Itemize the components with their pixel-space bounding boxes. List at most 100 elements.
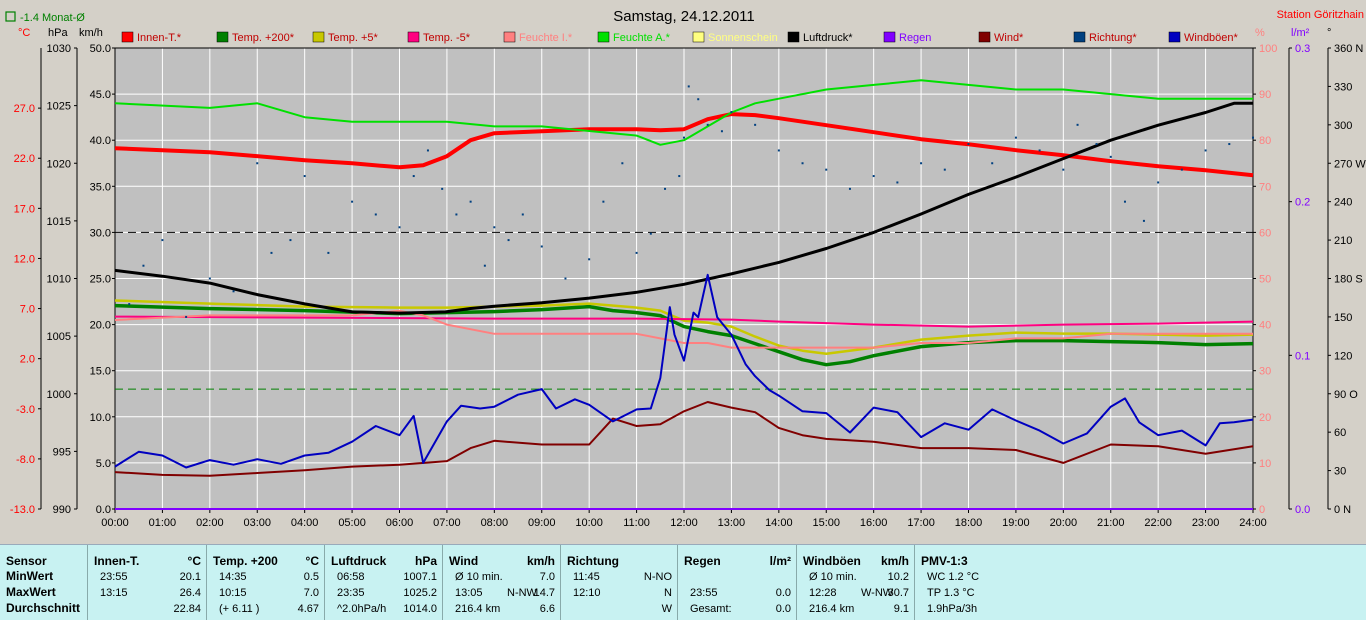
stats-cell-row: 1.9hPa/3h [915,602,1035,617]
stats-cell-time: 1.9hPa/3h [927,603,978,615]
stats-cell-row: 10:15 7.0 [207,586,325,601]
stats-column-header: Luftdruck hPa [325,554,443,569]
speed-axis-tick-label: 40.0 [90,135,111,147]
hpa-unit-label: hPa [48,27,68,39]
stats-cell-time: 216.4 km [455,603,501,615]
stats-column-unit: hPa [414,554,437,568]
stats-cell-row: 23:55 0.0 [678,586,797,601]
stats-column: Luftdruck hPa 06:58 1007.1 23:35 1025.2 ^2.0hP… [324,545,443,620]
richtung-point [1109,155,1112,158]
stats-cell-time: 12:28 [809,587,837,599]
pressure-axis-tick-label: 990 [53,504,71,516]
richtung-point [991,162,994,165]
x-tick-label: 04:00 [291,517,319,529]
speed-axis-tick-label: 15.0 [90,366,111,378]
stats-cell-row: 13:05 N-NW 14.7 [443,586,561,601]
stats-cell-row: 12:10 N [561,586,678,601]
stats-cell-value: 26.4 [179,587,201,599]
legend-label: Luftdruck* [803,32,853,44]
legend-label: Sonnenschein [708,32,778,44]
richtung-point [687,85,690,88]
richtung-point [602,200,605,203]
legend-swatch [312,31,325,43]
direction-axis-tick-label: 240 [1334,197,1352,209]
direction-axis-tick-label: 270 W [1334,158,1366,170]
richtung-point [1228,143,1231,146]
richtung-point [848,187,851,190]
legend-swatch [978,31,991,43]
stats-cell-value: 1025.2 [403,587,437,599]
richtung-point [483,264,486,267]
pressure-axis-tick-label: 1020 [47,158,71,170]
x-tick-label: 02:00 [196,517,224,529]
richtung-point [208,277,211,280]
legend-swatch [503,31,516,43]
rain-axis-tick-label: 0.1 [1295,350,1310,362]
direction-axis-tick-label: 120 [1334,350,1352,362]
x-tick-label: 21:00 [1097,517,1125,529]
stats-cell-time: 12:10 [573,587,601,599]
stats-cell-value: 1014.0 [403,603,437,615]
stats-column-title: Wind [449,554,479,568]
humidity-axis-tick-label: 10 [1259,458,1271,470]
x-tick-label: 15:00 [812,517,840,529]
humidity-axis-tick-label: 40 [1259,320,1271,332]
richtung-point [426,149,429,152]
stats-column-unit: km/h [526,554,555,568]
legend-label: Temp. +5* [328,32,379,44]
stats-cell-value: N [664,587,672,599]
stats-cell-row: 06:58 1007.1 [325,570,443,585]
legend-swatch [787,31,800,43]
x-tick-label: 09:00 [528,517,556,529]
richtung-point [801,162,804,165]
rain-unit-label: l/m² [1291,27,1310,39]
legend-swatch [216,31,229,43]
richtung-point [1204,149,1207,152]
speed-axis-tick-label: 45.0 [90,89,111,101]
stats-cell-time: (+ 6.11 ) [219,603,260,615]
direction-axis-tick-label: 0 N [1334,504,1351,516]
stats-cell-value: 4.67 [297,603,319,615]
stats-cell-row: W [561,602,678,617]
stats-cell-time: 23:35 [337,587,365,599]
richtung-point [161,239,164,242]
humidity-axis-tick-label: 50 [1259,274,1271,286]
x-tick-label: 23:00 [1192,517,1220,529]
stats-column-unit: °C [305,554,319,568]
x-tick-label: 18:00 [955,517,983,529]
stats-column: Innen-T. °C 23:55 20.1 13:15 26.4 22.84 [87,545,207,620]
speed-axis-tick-label: 20.0 [90,320,111,332]
stats-column: Windböen km/h Ø 10 min. 10.2 12:28 W-NW 30.7 21… [796,545,915,620]
stats-cell-value: 20.1 [179,571,201,583]
stats-cell-time: TP 1.3 °C [927,587,975,599]
stats-cell-row: 216.4 km 9.1 [797,602,915,617]
stats-row-label: MaxWert [0,585,86,600]
stats-cell-row: Ø 10 min. 7.0 [443,570,561,585]
legend-label: Temp. -5* [423,32,471,44]
stats-cell-value: 30.7 [887,587,909,599]
temperature-axis-tick-label: 17.0 [14,203,35,215]
stats-cell-row: 23:35 1025.2 [325,586,443,601]
direction-axis-tick-label: 300 [1334,120,1352,132]
legend-swatch [597,31,610,43]
stats-row-labels: Sensor MinWert MaxWert Durchschnitt [0,545,86,620]
row-label-sensor: Sensor [6,554,47,568]
pressure-axis-tick-label: 1000 [47,389,71,401]
direction-axis-tick-label: 330 [1334,81,1352,93]
legend-swatch [1073,31,1086,43]
temperature-axis-tick-label: 7.0 [20,304,35,316]
stats-column: PMV-1:3 WC 1.2 °C TP 1.3 °C 1.9hPa/3h [914,545,1035,620]
stats-column-unit: °C [187,554,201,568]
richtung-point [507,239,510,242]
legend-swatch [883,31,896,43]
richtung-point [327,251,330,254]
stats-cell-time: Gesamt: [690,603,732,615]
richtung-point [754,123,757,126]
stats-cell-value: 7.0 [303,587,319,599]
x-tick-label: 24:00 [1239,517,1267,529]
stats-cell-time: 23:55 [690,587,718,599]
pressure-axis-tick-label: 1015 [47,216,71,228]
legend-label: Richtung* [1089,32,1137,44]
richtung-point [635,251,638,254]
stats-cell-time: ^2.0hPa/h [337,603,387,615]
